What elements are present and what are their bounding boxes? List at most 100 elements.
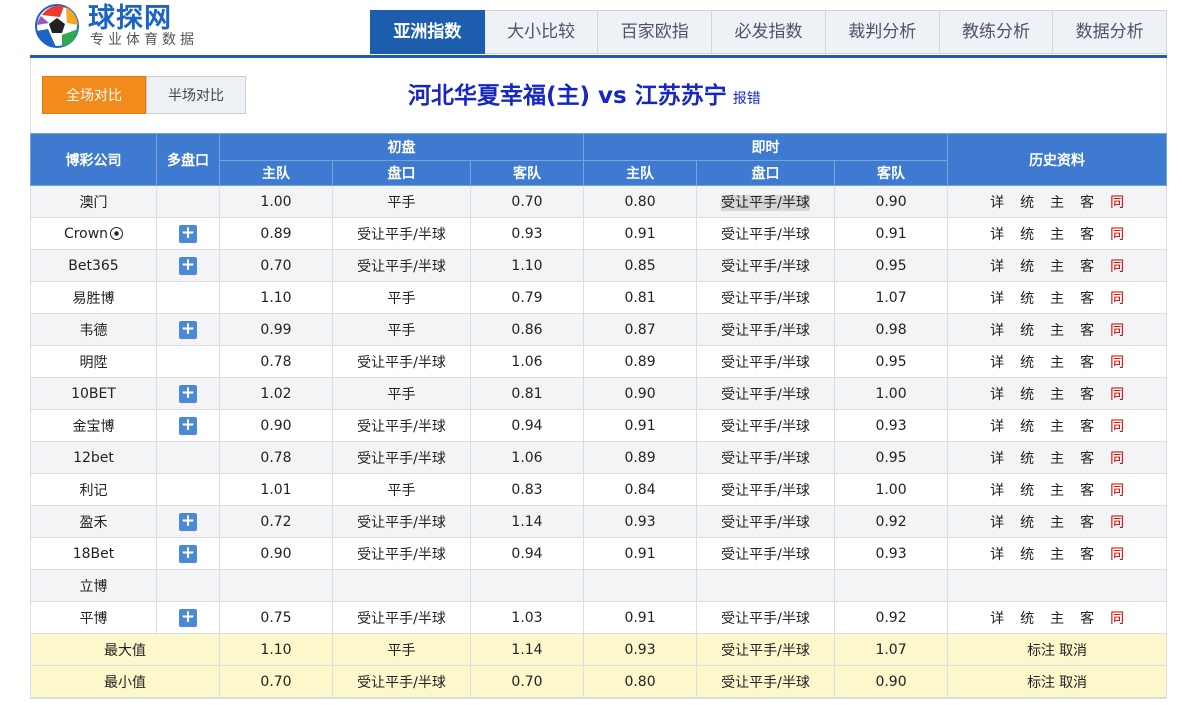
history-detail-link[interactable]: 详 [982, 224, 1012, 244]
history-away-link[interactable]: 客 [1072, 288, 1102, 308]
history-detail-link[interactable]: 详 [982, 256, 1012, 276]
history-away-link[interactable]: 客 [1072, 192, 1102, 212]
expand-plus-icon[interactable]: + [179, 384, 197, 403]
history-detail-link[interactable]: 详 [982, 320, 1012, 340]
history-detail-link[interactable]: 详 [982, 384, 1012, 404]
tab-asian-index[interactable]: 亚洲指数 [370, 10, 485, 54]
tab-data-analysis[interactable]: 数据分析 [1053, 10, 1168, 54]
history-away-link[interactable]: 客 [1072, 384, 1102, 404]
col-company: 博彩公司 [30, 133, 157, 186]
history-same-link[interactable]: 同 [1102, 448, 1132, 468]
history-same-link[interactable]: 同 [1102, 352, 1132, 372]
company-label: 韦德 [79, 322, 108, 339]
history-away-link[interactable]: 客 [1072, 608, 1102, 628]
initial-away-odds: 1.06 [469, 441, 585, 474]
history-same-link[interactable]: 同 [1102, 288, 1132, 308]
history-home-link[interactable]: 主 [1042, 544, 1072, 564]
expand-plus-icon[interactable]: + [179, 416, 197, 435]
history-home-link[interactable]: 主 [1042, 256, 1072, 276]
history-same-link[interactable]: 同 [1102, 608, 1132, 628]
expand-plus-icon[interactable]: + [179, 256, 197, 275]
history-away-link[interactable]: 客 [1072, 352, 1102, 372]
history-home-link[interactable]: 主 [1042, 320, 1072, 340]
history-home-link[interactable]: 主 [1042, 224, 1072, 244]
history-detail-link[interactable]: 详 [982, 480, 1012, 500]
initial-away-odds: 0.79 [469, 281, 585, 314]
live-line-value: 受让平手/半球 [721, 290, 810, 307]
expand-plus-icon[interactable]: + [179, 224, 197, 243]
history-home-link[interactable]: 主 [1042, 480, 1072, 500]
history-stats-link[interactable]: 统 [1012, 608, 1042, 628]
history-detail-link[interactable]: 详 [982, 608, 1012, 628]
cancel-link[interactable]: 取消 [1059, 643, 1087, 659]
odds-body: 澳门 1.00 平手 0.70 0.80 受让平手/半球 0.90 详统主客同 Crown +0.… [30, 185, 1168, 698]
history-same-link[interactable]: 同 [1102, 320, 1132, 340]
history-detail-link[interactable]: 详 [982, 512, 1012, 532]
report-error-link[interactable]: 报错 [733, 91, 761, 107]
mark-link[interactable]: 标注 [1027, 643, 1055, 659]
tab-european-odds[interactable]: 百家欧指 [598, 10, 713, 54]
history-detail-link[interactable]: 详 [982, 544, 1012, 564]
cancel-link[interactable]: 取消 [1059, 675, 1087, 691]
history-home-link[interactable]: 主 [1042, 384, 1072, 404]
history-home-link[interactable]: 主 [1042, 608, 1072, 628]
history-stats-link[interactable]: 统 [1012, 192, 1042, 212]
expand-plus-icon[interactable]: + [179, 544, 197, 563]
history-same-link[interactable]: 同 [1102, 544, 1132, 564]
history-away-link[interactable]: 客 [1072, 480, 1102, 500]
history-same-link[interactable]: 同 [1102, 192, 1132, 212]
history-away-link[interactable]: 客 [1072, 224, 1102, 244]
history-stats-link[interactable]: 统 [1012, 288, 1042, 308]
history-stats-link[interactable]: 统 [1012, 544, 1042, 564]
history-home-link[interactable]: 主 [1042, 352, 1072, 372]
history-home-link[interactable]: 主 [1042, 288, 1072, 308]
history-stats-link[interactable]: 统 [1012, 480, 1042, 500]
expand-plus-icon[interactable]: + [179, 608, 197, 627]
tab-coach-analysis[interactable]: 教练分析 [939, 10, 1054, 54]
history-same-link[interactable]: 同 [1102, 256, 1132, 276]
mark-link[interactable]: 标注 [1027, 675, 1055, 691]
history-same-link[interactable]: 同 [1102, 480, 1132, 500]
history-stats-link[interactable]: 统 [1012, 448, 1042, 468]
history-detail-link[interactable]: 详 [982, 192, 1012, 212]
tab-referee-analysis[interactable]: 裁判分析 [825, 10, 940, 54]
history-same-link[interactable]: 同 [1102, 224, 1132, 244]
history-away-link[interactable]: 客 [1072, 512, 1102, 532]
history-stats-link[interactable]: 统 [1012, 416, 1042, 436]
history-away-link[interactable]: 客 [1072, 416, 1102, 436]
live-line-value: 受让平手/半球 [721, 258, 810, 275]
history-detail-link[interactable]: 详 [982, 352, 1012, 372]
history-stats-link[interactable]: 统 [1012, 320, 1042, 340]
history-home-link[interactable]: 主 [1042, 448, 1072, 468]
expand-plus-icon[interactable]: + [179, 512, 197, 531]
company-name: 金宝博 [30, 409, 157, 442]
history-stats-link[interactable]: 统 [1012, 224, 1042, 244]
history-detail-link[interactable]: 详 [982, 288, 1012, 308]
full-match-compare-button[interactable]: 全场对比 [42, 76, 146, 114]
half-match-compare-button[interactable]: 半场对比 [146, 76, 246, 114]
history-detail-link[interactable]: 详 [982, 416, 1012, 436]
history-away-link[interactable]: 客 [1072, 256, 1102, 276]
summary-live-line: 受让平手/半球 [696, 633, 836, 666]
history-away-link[interactable]: 客 [1072, 448, 1102, 468]
history-home-link[interactable]: 主 [1042, 512, 1072, 532]
history-home-link[interactable]: 主 [1042, 192, 1072, 212]
logo-name: 球探网 [88, 3, 172, 34]
history-away-link[interactable]: 客 [1072, 544, 1102, 564]
history-same-link[interactable]: 同 [1102, 512, 1132, 532]
history-same-link[interactable]: 同 [1102, 416, 1132, 436]
history-stats-link[interactable]: 统 [1012, 512, 1042, 532]
history-away-link[interactable]: 客 [1072, 320, 1102, 340]
expand-plus-icon[interactable]: + [179, 320, 197, 339]
history-home-link[interactable]: 主 [1042, 416, 1072, 436]
tab-over-under[interactable]: 大小比较 [484, 10, 599, 54]
site-logo[interactable]: 球探网 专业体育数据 [34, 2, 214, 52]
tab-betfair-index[interactable]: 必发指数 [712, 10, 826, 54]
history-same-link[interactable]: 同 [1102, 384, 1132, 404]
history-detail-link[interactable]: 详 [982, 448, 1012, 468]
initial-home-odds: 1.01 [219, 473, 333, 506]
history-stats-link[interactable]: 统 [1012, 352, 1042, 372]
history-stats-link[interactable]: 统 [1012, 384, 1042, 404]
history-stats-link[interactable]: 统 [1012, 256, 1042, 276]
initial-away-odds: 0.94 [469, 537, 585, 570]
